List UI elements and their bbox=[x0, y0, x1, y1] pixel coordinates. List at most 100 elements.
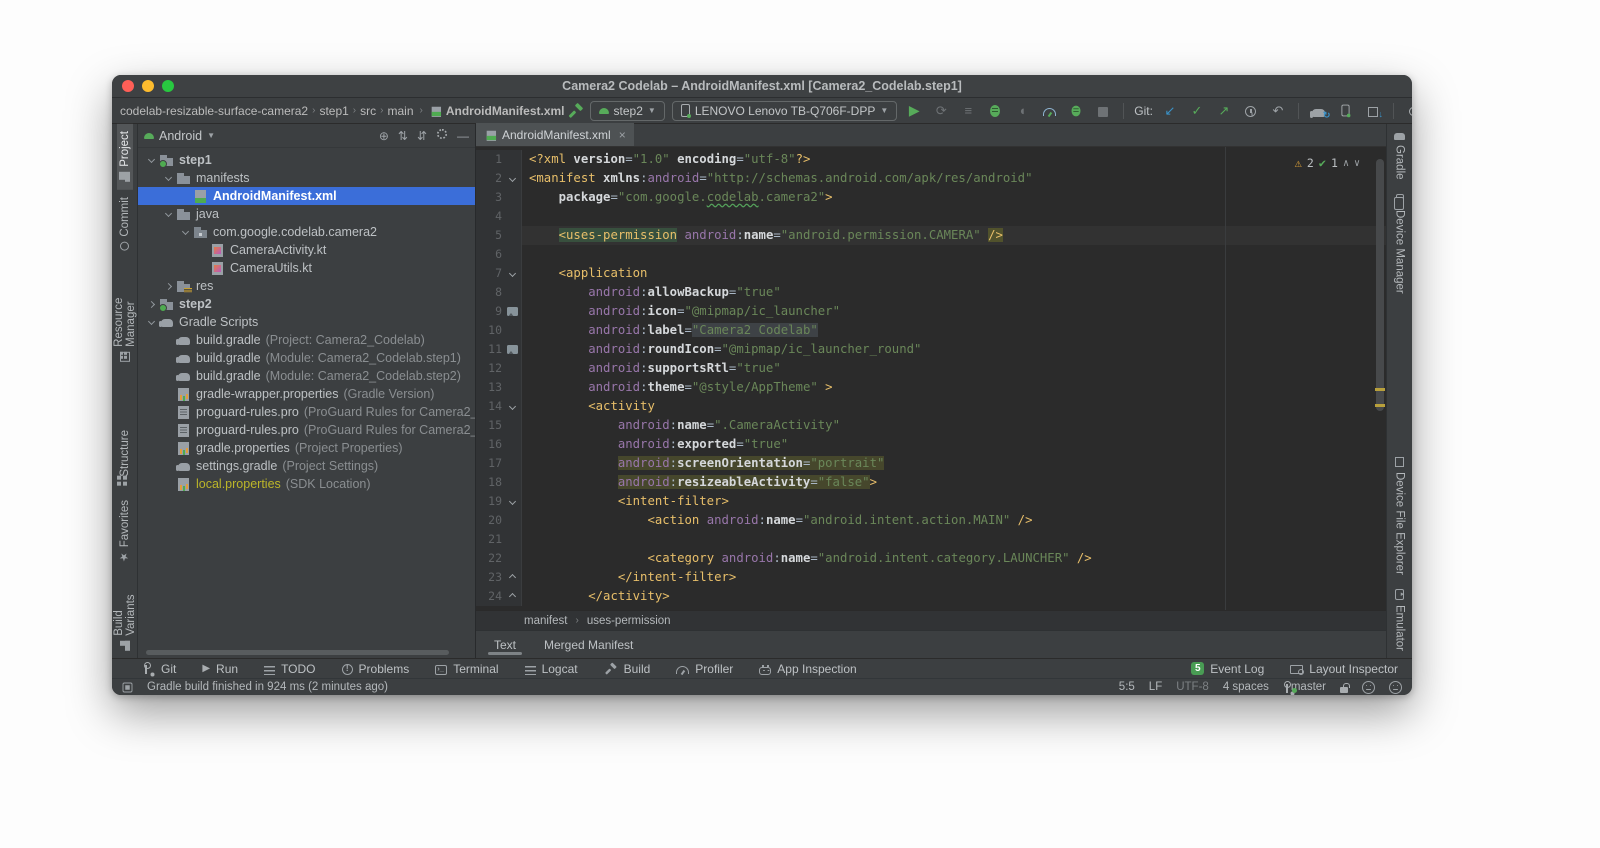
tree-row[interactable]: java bbox=[138, 205, 475, 223]
build-project-button[interactable] bbox=[569, 104, 583, 118]
toolwindow-button-todo[interactable]: TODO bbox=[264, 662, 316, 676]
code-line-2[interactable]: 2 <manifest xmlns:android="http://schemas… bbox=[476, 169, 1386, 188]
code-text[interactable]: </intent-filter> bbox=[522, 568, 1386, 587]
tree-row[interactable]: build.gradle (Module: Camera2_Codelab.ste… bbox=[138, 349, 475, 367]
sidebar-item-structure[interactable]: Structure bbox=[117, 423, 133, 493]
code-text[interactable]: package="com.google.codelab.camera2"> bbox=[522, 188, 1386, 207]
feedback-happy-icon[interactable] bbox=[1362, 680, 1375, 694]
code-line-12[interactable]: 12 android:supportsRtl="true" bbox=[476, 359, 1386, 378]
code-text[interactable]: android:roundIcon="@mipmap/ic_launcher_r… bbox=[522, 340, 1386, 359]
gutter-fold-column[interactable] bbox=[504, 549, 522, 568]
gutter-fold-column[interactable] bbox=[504, 587, 522, 606]
code-line-23[interactable]: 23 </intent-filter> bbox=[476, 568, 1386, 587]
code-line-8[interactable]: 8 android:allowBackup="true" bbox=[476, 283, 1386, 302]
code-line-11[interactable]: 11 android:roundIcon="@mipmap/ic_launche… bbox=[476, 340, 1386, 359]
gutter-fold-column[interactable] bbox=[504, 568, 522, 587]
debug-button[interactable] bbox=[985, 101, 1005, 121]
sdk-manager-button[interactable] bbox=[1363, 101, 1383, 121]
code-line-20[interactable]: 20 <action android:name="android.intent.… bbox=[476, 511, 1386, 530]
breadcrumb-item[interactable]: src bbox=[360, 104, 376, 118]
code-line-14[interactable]: 14 <activity bbox=[476, 397, 1386, 416]
tree-chevron-box[interactable] bbox=[144, 300, 159, 308]
sidebar-item-gradle[interactable]: Gradle bbox=[1392, 124, 1408, 187]
toolwindow-button-logcat[interactable]: Logcat bbox=[524, 662, 578, 676]
chevron-down-icon[interactable]: ▼ bbox=[207, 131, 215, 140]
tree-row[interactable]: Gradle Scripts bbox=[138, 313, 475, 331]
toolwindow-button-app-inspection[interactable]: App Inspection bbox=[759, 662, 857, 676]
code-text[interactable]: android:screenOrientation="portrait" bbox=[522, 454, 1386, 473]
prev-problem-button[interactable]: ∧ bbox=[1343, 154, 1349, 173]
git-commit-button[interactable]: ✓ bbox=[1187, 101, 1207, 121]
code-line-9[interactable]: 9 android:icon="@mipmap/ic_launcher" bbox=[476, 302, 1386, 321]
gutter-fold-column[interactable] bbox=[504, 378, 522, 397]
gutter-fold-column[interactable] bbox=[504, 454, 522, 473]
tree-row[interactable]: build.gradle (Module: Camera2_Codelab.ste… bbox=[138, 367, 475, 385]
attach-debugger-button[interactable] bbox=[1066, 101, 1086, 121]
close-tab-icon[interactable]: × bbox=[619, 128, 626, 142]
gutter-fold-column[interactable] bbox=[504, 245, 522, 264]
code-text[interactable]: <activity bbox=[522, 397, 1386, 416]
gutter-fold-column[interactable] bbox=[504, 226, 522, 245]
profile-button[interactable] bbox=[1039, 101, 1059, 121]
code-line-16[interactable]: 16 android:exported="true" bbox=[476, 435, 1386, 454]
sidebar-item-build-variants[interactable]: Build Variants bbox=[112, 570, 139, 658]
code-line-15[interactable]: 15 android:name=".CameraActivity" bbox=[476, 416, 1386, 435]
tree-row[interactable]: gradle.properties (Project Properties) bbox=[138, 439, 475, 457]
project-view-selector[interactable]: Android bbox=[159, 129, 202, 143]
code-text[interactable]: android:resizeableActivity="false"> bbox=[522, 473, 1386, 492]
tree-row[interactable]: step2 bbox=[138, 295, 475, 313]
gutter-fold-column[interactable] bbox=[504, 321, 522, 340]
toolwindow-button-event-log[interactable]: 5 Event Log bbox=[1191, 662, 1264, 676]
tree-row[interactable]: com.google.codelab.camera2 bbox=[138, 223, 475, 241]
sidebar-item-emulator[interactable]: Emulator bbox=[1392, 582, 1408, 658]
run-configuration-select[interactable]: step2 ▼ bbox=[589, 100, 665, 121]
apply-code-changes-button[interactable]: ≡ bbox=[958, 101, 978, 121]
gutter-fold-column[interactable] bbox=[504, 492, 522, 511]
code-text[interactable]: android:theme="@style/AppTheme" > bbox=[522, 378, 1386, 397]
tree-row[interactable]: proguard-rules.pro (ProGuard Rules for Ca… bbox=[138, 421, 475, 439]
fold-down-icon[interactable] bbox=[508, 174, 517, 183]
apply-changes-button[interactable]: ⟳ bbox=[931, 101, 951, 121]
toolwindow-button-build[interactable]: Build bbox=[604, 662, 651, 676]
device-manager-button[interactable] bbox=[1336, 101, 1356, 121]
code-text[interactable]: android:supportsRtl="true" bbox=[522, 359, 1386, 378]
toolwindow-button-profiler[interactable]: Profiler bbox=[676, 662, 733, 676]
gutter-fold-column[interactable] bbox=[504, 188, 522, 207]
code-line-4[interactable]: 4 bbox=[476, 207, 1386, 226]
code-text[interactable]: <action android:name="android.intent.act… bbox=[522, 511, 1386, 530]
fold-down-icon[interactable] bbox=[508, 269, 517, 278]
tree-row[interactable]: build.gradle (Project: Camera2_Codelab) bbox=[138, 331, 475, 349]
gutter-fold-column[interactable] bbox=[504, 435, 522, 454]
code-line-7[interactable]: 7 <application bbox=[476, 264, 1386, 283]
view-tab-text[interactable]: Text bbox=[487, 631, 523, 658]
line-ending[interactable]: LF bbox=[1149, 681, 1162, 693]
gradle-sync-button[interactable] bbox=[1309, 101, 1330, 121]
sidebar-item-project[interactable]: Project bbox=[116, 124, 133, 190]
profile-low-overhead-button[interactable]: ◖ bbox=[1012, 101, 1032, 121]
gutter-fold-column[interactable] bbox=[504, 207, 522, 226]
sidebar-item-device-file-explorer[interactable]: Device File Explorer bbox=[1392, 450, 1408, 582]
gutter-fold-column[interactable] bbox=[504, 530, 522, 549]
collapse-all-button[interactable]: ⇵ bbox=[417, 129, 427, 143]
tree-chevron-box[interactable] bbox=[161, 282, 176, 290]
file-encoding[interactable]: UTF-8 bbox=[1176, 681, 1209, 693]
toolwindow-button-run[interactable]: ▶ Run bbox=[202, 662, 238, 676]
fold-up-icon[interactable] bbox=[508, 573, 517, 582]
tree-row[interactable]: CameraUtils.kt bbox=[138, 259, 475, 277]
code-text[interactable]: <category android:name="android.intent.c… bbox=[522, 549, 1386, 568]
warning-stripe-mark[interactable] bbox=[1375, 404, 1385, 407]
editor-tab-androidmanifest[interactable]: AndroidManifest.xml × bbox=[476, 123, 634, 146]
project-horizontal-scrollbar[interactable] bbox=[146, 650, 449, 655]
code-text[interactable] bbox=[522, 530, 1386, 549]
code-line-24[interactable]: 24 </activity> bbox=[476, 587, 1386, 606]
hide-panel-button[interactable]: — bbox=[457, 129, 469, 143]
tree-row[interactable]: AndroidManifest.xml bbox=[138, 187, 475, 205]
code-text[interactable]: android:icon="@mipmap/ic_launcher" bbox=[522, 302, 1386, 321]
code-text[interactable]: <?xml version="1.0" encoding="utf-8"?> bbox=[522, 150, 1386, 169]
code-line-10[interactable]: 10 android:label="Camera2 Codelab" bbox=[476, 321, 1386, 340]
device-select[interactable]: LENOVO Lenovo TB-Q706F-DPP ▼ bbox=[671, 100, 898, 121]
git-branch-widget[interactable]: master bbox=[1283, 680, 1326, 694]
code-text[interactable] bbox=[522, 207, 1386, 226]
gutter-image-preview-icon[interactable] bbox=[507, 307, 518, 316]
breadcrumb-manifest[interactable]: manifest bbox=[524, 615, 567, 627]
